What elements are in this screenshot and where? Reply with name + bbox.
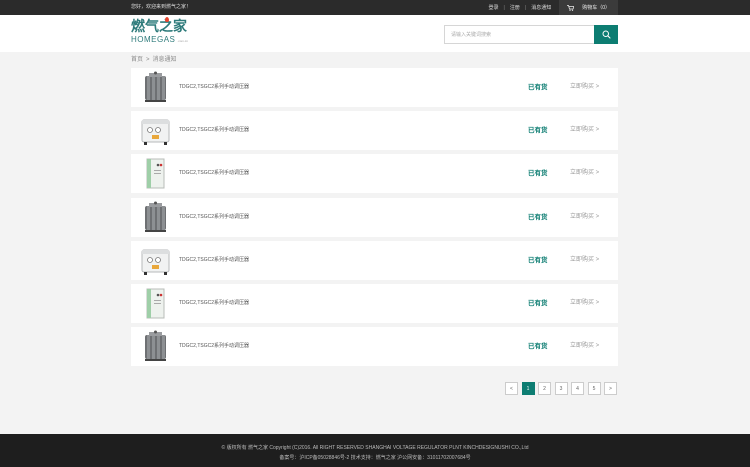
separator: | [503,4,505,11]
product-name[interactable]: TDGC2,TSGC2系列手动调压器 [179,154,249,193]
product-name[interactable]: TDGC2,TSGC2系列手动调压器 [179,241,249,280]
product-image-cabinet-tall[interactable] [139,157,172,190]
logo-text-cn: 燃气之家 [131,19,187,35]
logo[interactable]: 燃气之家 HOMEGAS .com.cn [131,17,197,48]
buy-now-link[interactable]: 立即购买 > [570,241,599,280]
product-name[interactable]: TDGC2,TSGC2系列手动调压器 [179,284,249,323]
product-image-transformer[interactable] [139,201,172,234]
breadcrumb-home[interactable]: 首页 [131,57,143,63]
breadcrumb-current: 消息通知 [152,57,177,63]
footer: © 版权所有 燃气之家 Copyright (C)2016. All RIGHT… [0,434,750,467]
page-button-2[interactable]: 2 [538,382,551,395]
stock-status: 已有货 [528,256,548,264]
product-list: TDGC2,TSGC2系列手动调压器 已有货 立即购买 > TDGC2,TSGC… [131,68,618,370]
product-name[interactable]: TDGC2,TSGC2系列手动调压器 [179,111,249,150]
buy-now-link[interactable]: 立即购买 > [570,327,599,366]
page-button-5[interactable]: 5 [587,382,601,395]
list-item[interactable]: TDGC2,TSGC2系列手动调压器 已有货 立即购买 > [131,197,618,237]
buy-now-link[interactable]: 立即购买 > [570,68,599,107]
product-image-transformer[interactable] [139,71,172,104]
breadcrumb-separator: > [146,57,150,63]
copyright-text: © 版权所有 燃气之家 Copyright (C)2016. All RIGHT… [221,445,529,451]
flame-icon [165,17,169,22]
prev-page-button[interactable]: < [505,382,518,395]
messages-link[interactable]: 消息通知 [531,4,551,11]
buy-now-link[interactable]: 立即购买 > [570,198,599,237]
page-button-1[interactable]: 1 [521,382,535,395]
list-item[interactable]: TDGC2,TSGC2系列手动调压器 已有货 立即购买 > [131,327,618,367]
list-item[interactable]: TDGC2,TSGC2系列手动调压器 已有货 立即购买 > [131,111,618,151]
top-bar: 您好，欢迎来到燃气之家！ 登录 | 注册 | 消息通知 购物车（0） [0,0,750,15]
welcome-text: 您好，欢迎来到燃气之家！ [131,4,192,10]
list-item[interactable]: TDGC2,TSGC2系列手动调压器 已有货 立即购买 > [131,240,618,280]
product-name[interactable]: TDGC2,TSGC2系列手动调压器 [179,327,249,366]
cart-label: 购物车（0） [582,5,610,11]
stock-status: 已有货 [528,127,548,135]
list-item[interactable]: TDGC2,TSGC2系列手动调压器 已有货 立即购买 > [131,283,618,323]
page-button-4[interactable]: 4 [571,382,584,395]
product-image-transformer[interactable] [139,330,172,363]
pagination: < 1 2 3 4 5 > [505,382,617,395]
buy-now-link[interactable]: 立即购买 > [570,284,599,323]
stock-status: 已有货 [528,213,548,221]
search-bar [444,25,618,44]
search-button[interactable] [594,25,618,44]
product-image-cabinet[interactable] [139,244,172,277]
next-page-button[interactable]: > [604,382,617,395]
stock-status: 已有货 [528,299,548,307]
cart-icon [567,4,575,11]
buy-now-link[interactable]: 立即购买 > [570,154,599,193]
header: 燃气之家 HOMEGAS .com.cn [0,15,750,52]
search-icon [602,30,611,39]
product-image-cabinet[interactable] [139,114,172,147]
separator: | [524,4,527,11]
product-name[interactable]: TDGC2,TSGC2系列手动调压器 [179,198,249,237]
cart-button[interactable]: 购物车（0） [559,0,618,15]
list-item[interactable]: TDGC2,TSGC2系列手动调压器 已有货 立即购买 > [131,154,618,194]
product-image-cabinet-tall[interactable] [139,287,172,320]
buy-now-link[interactable]: 立即购买 > [570,111,599,150]
logo-text-en: HOMEGAS .com.cn [131,35,188,44]
list-item[interactable]: TDGC2,TSGC2系列手动调压器 已有货 立即购买 > [131,68,618,107]
breadcrumb: 首页 > 消息通知 [131,56,177,64]
search-input[interactable] [444,25,594,44]
stock-status: 已有货 [528,343,548,351]
register-link[interactable]: 注册 [510,4,520,11]
stock-status: 已有货 [528,84,548,91]
icp-record-text: 备案号：沪ICP备05028846号-2 技术支持：燃气之家 沪公网安备：310… [279,455,471,461]
login-link[interactable]: 登录 [489,4,499,11]
page-button-3[interactable]: 3 [554,382,568,395]
product-name[interactable]: TDGC2,TSGC2系列手动调压器 [179,68,249,107]
stock-status: 已有货 [528,170,548,178]
